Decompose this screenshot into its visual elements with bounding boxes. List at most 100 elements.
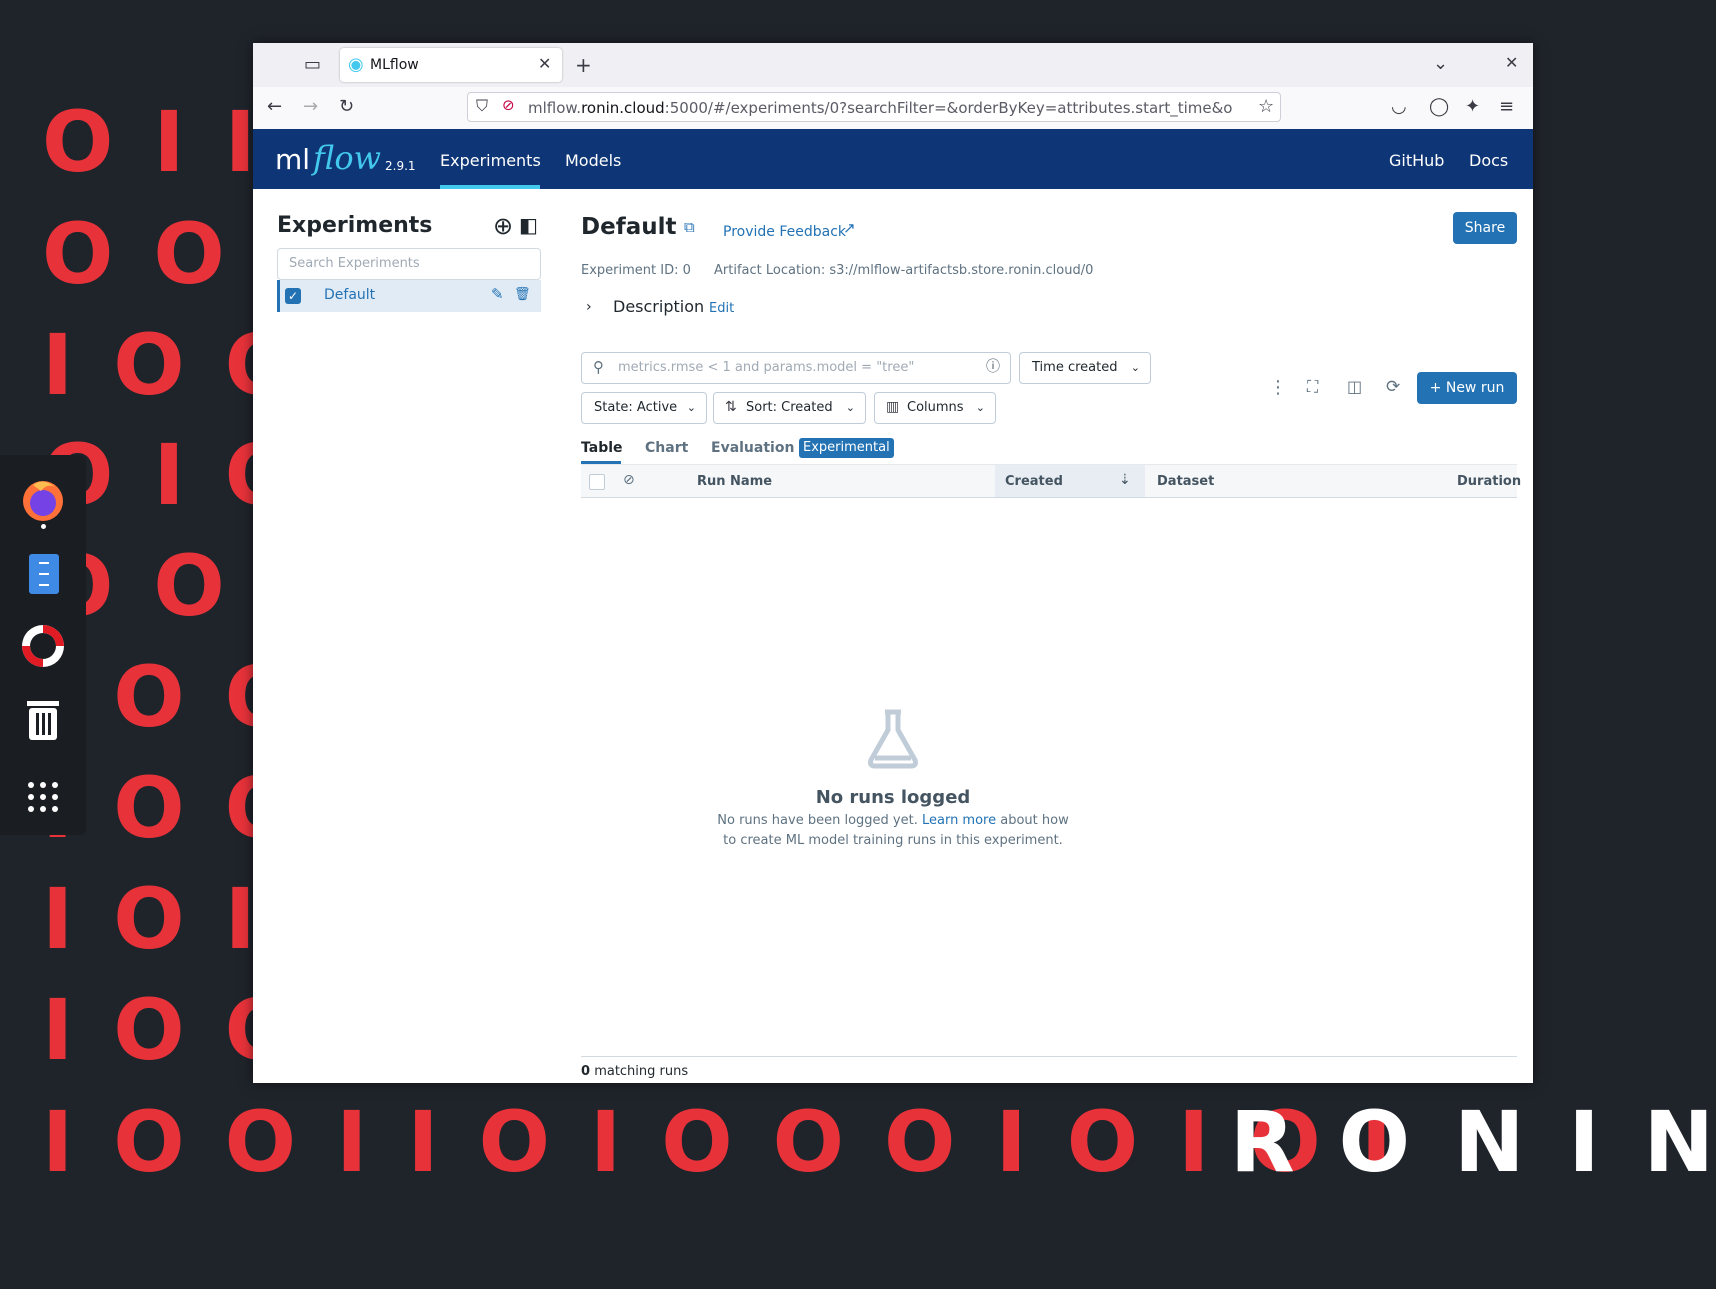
description-label[interactable]: Description: [613, 297, 704, 316]
empty-text-post: about how: [1000, 813, 1069, 828]
tab-table[interactable]: Table: [581, 440, 623, 456]
sidebar-item-default[interactable]: ✓ Default ✎ 🗑: [277, 280, 541, 312]
firefox-icon[interactable]: [19, 475, 67, 523]
runs-search-input[interactable]: ⚲ metrics.rmse < 1 and params.model = "t…: [581, 352, 1011, 384]
bookmark-star-icon[interactable]: ☆: [1258, 98, 1274, 116]
chevron-down-icon: ⌄: [975, 401, 985, 414]
description-edit-link[interactable]: Edit: [709, 301, 734, 316]
tab-bar: ▭ ◉ MLflow ✕ + ⌄ ✕: [253, 43, 1533, 87]
active-indicator: [41, 524, 46, 529]
runs-search-placeholder: metrics.rmse < 1 and params.model = "tre…: [618, 360, 915, 375]
sort-icon: ⇅: [725, 399, 737, 415]
forward-icon[interactable]: →: [303, 98, 318, 116]
beaker-icon: [863, 708, 923, 774]
nav-docs[interactable]: Docs: [1469, 151, 1508, 170]
nav-models[interactable]: Models: [565, 151, 621, 170]
runs-table-header: ⊘ Run Name Created ⇣ Dataset Duration: [581, 464, 1521, 498]
delete-icon[interactable]: 🗑: [514, 288, 531, 301]
tab-title: MLflow: [370, 57, 419, 73]
experiment-id: Experiment ID: 0: [581, 263, 691, 278]
trash-icon[interactable]: [19, 695, 67, 743]
new-tab-icon[interactable]: +: [575, 55, 592, 75]
mlflow-header: ml flow 2.9.1 Experiments Models GitHub …: [253, 129, 1533, 189]
mlflow-favicon-icon: ◉: [348, 54, 364, 75]
column-created[interactable]: Created: [1005, 474, 1063, 489]
pocket-icon[interactable]: ◡: [1391, 98, 1407, 116]
experimental-badge: Experimental: [799, 438, 894, 458]
help-icon[interactable]: [19, 622, 67, 670]
empty-text-pre: No runs have been logged yet.: [717, 813, 918, 828]
wallpaper-row-bottom: IOOIIOIOOOIOIOI: [42, 1093, 1433, 1191]
apps-grid-icon[interactable]: [19, 773, 67, 821]
column-run-name[interactable]: Run Name: [697, 474, 772, 489]
learn-more-link[interactable]: Learn more: [922, 813, 996, 828]
address-field[interactable]: ⛉ ⊘ mlflow.ronin.cloud:5000/#/experiment…: [467, 92, 1281, 122]
version-label: 2.9.1: [385, 159, 416, 173]
checkbox-checked-icon[interactable]: ✓: [285, 288, 301, 304]
plus-icon: +: [1429, 380, 1446, 396]
sort-label: Sort: Created: [746, 400, 833, 415]
more-options-icon[interactable]: ⋮: [1269, 379, 1287, 397]
copy-icon[interactable]: ⧉: [684, 220, 695, 235]
empty-state-line-2: to create ML model training runs in this…: [723, 833, 1063, 848]
add-experiment-icon[interactable]: ⊕: [493, 214, 513, 238]
matching-runs-count: 0: [581, 1064, 591, 1079]
menu-icon[interactable]: ≡: [1499, 98, 1514, 116]
nav-github[interactable]: GitHub: [1389, 151, 1444, 170]
account-icon[interactable]: ◯: [1429, 98, 1449, 116]
column-dataset[interactable]: Dataset: [1157, 474, 1214, 489]
url-bar: ← → ↻ ⛉ ⊘ mlflow.ronin.cloud:5000/#/expe…: [253, 87, 1533, 130]
logo-ml[interactable]: ml: [275, 143, 310, 176]
state-dropdown[interactable]: State: Active ⌄: [581, 392, 707, 424]
sort-dropdown[interactable]: ⇅ Sort: Created ⌄: [713, 392, 866, 424]
column-duration[interactable]: Duration: [1457, 474, 1521, 489]
sort-descending-icon[interactable]: ⇣: [1119, 473, 1131, 487]
time-created-label: Time created: [1032, 360, 1118, 375]
close-window-icon[interactable]: ✕: [1505, 55, 1518, 71]
provide-feedback-link[interactable]: Provide Feedback: [723, 224, 846, 240]
tab-list-chevron-icon[interactable]: ⌄: [1433, 55, 1448, 73]
files-icon[interactable]: [19, 550, 67, 598]
insecure-lock-icon[interactable]: ⊘: [502, 98, 515, 113]
tab-chart[interactable]: Chart: [645, 440, 688, 456]
fullscreen-icon[interactable]: ⛶: [1307, 379, 1318, 395]
sidebar-toggle-icon[interactable]: ◫: [1347, 379, 1362, 395]
chevron-down-icon: ⌄: [686, 401, 696, 414]
columns-icon: ▥: [886, 399, 900, 415]
shield-icon[interactable]: ⛉: [476, 98, 488, 114]
matching-runs-label: matching runs: [594, 1064, 689, 1079]
collapse-sidebar-icon[interactable]: ◧: [519, 215, 538, 235]
back-icon[interactable]: ←: [267, 98, 282, 116]
tab-mlflow[interactable]: ◉ MLflow ✕: [340, 48, 562, 82]
info-icon[interactable]: ⓘ: [986, 360, 1000, 374]
share-button[interactable]: Share: [1453, 212, 1517, 244]
experiment-title: Default: [581, 214, 677, 240]
logo-flow[interactable]: flow: [313, 139, 381, 177]
close-tab-icon[interactable]: ✕: [538, 56, 551, 72]
footer-divider: [581, 1056, 1517, 1057]
tab-overview-icon[interactable]: ▭: [304, 56, 321, 74]
time-created-dropdown[interactable]: Time created ⌄: [1019, 352, 1151, 384]
external-link-icon[interactable]: ↗: [843, 221, 856, 236]
experiment-search-input[interactable]: Search Experiments: [277, 248, 541, 280]
dock: [0, 455, 86, 835]
select-all-checkbox[interactable]: [589, 474, 605, 490]
chevron-right-icon[interactable]: ›: [586, 300, 592, 314]
empty-state-line-1: No runs have been logged yet. Learn more…: [253, 813, 1533, 828]
visibility-off-icon[interactable]: ⊘: [623, 473, 635, 487]
reload-icon[interactable]: ↻: [339, 98, 354, 116]
matching-runs-footer: 0 matching runs: [581, 1064, 688, 1079]
new-run-button[interactable]: + New run: [1417, 372, 1517, 404]
tab-evaluation[interactable]: Evaluation: [711, 440, 794, 456]
edit-icon[interactable]: ✎: [491, 287, 504, 302]
ronin-brand: RONIN: [1230, 1093, 1716, 1191]
extensions-icon[interactable]: ✦: [1465, 98, 1480, 116]
artifact-location: Artifact Location: s3://mlflow-artifacts…: [714, 263, 1094, 278]
columns-dropdown[interactable]: ▥ Columns ⌄: [874, 392, 996, 424]
columns-label: Columns: [907, 400, 964, 415]
nav-experiments[interactable]: Experiments: [440, 151, 541, 170]
chevron-down-icon: ⌄: [1130, 361, 1140, 374]
sidebar-item-label: Default: [324, 287, 376, 303]
refresh-icon[interactable]: ⟳: [1386, 379, 1400, 396]
nav-active-indicator: [440, 185, 540, 189]
